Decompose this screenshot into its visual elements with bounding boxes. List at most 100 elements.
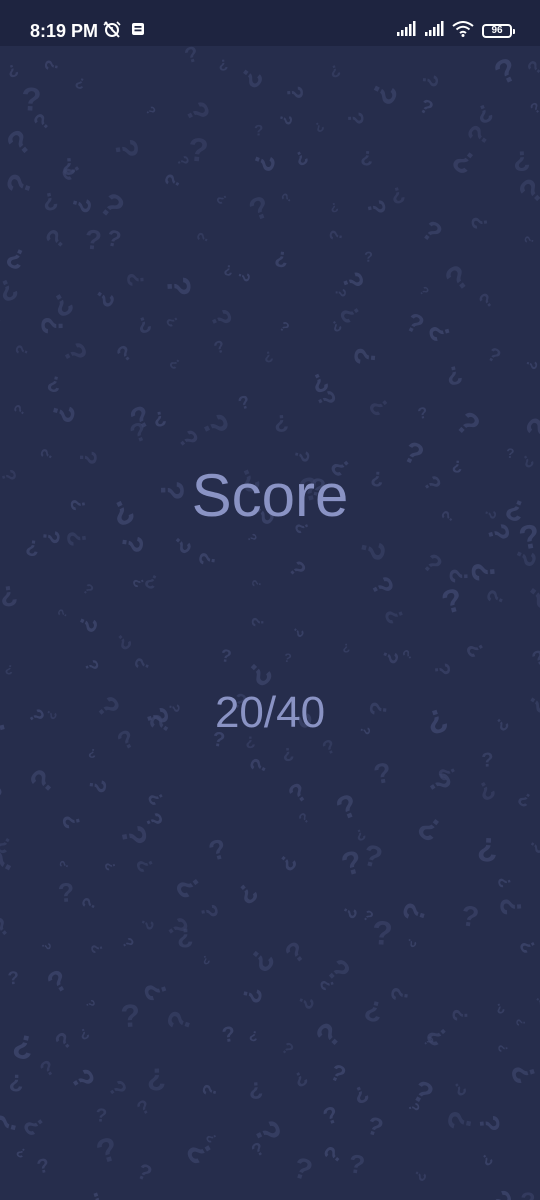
question-mark-glyph: ¿ bbox=[194, 230, 213, 246]
question-mark-glyph: ? bbox=[320, 1102, 342, 1131]
question-mark-glyph: ¿ bbox=[100, 1077, 129, 1104]
question-mark-glyph: ? bbox=[196, 902, 224, 920]
score-title: Score bbox=[191, 462, 349, 529]
question-mark-glyph: ? bbox=[281, 743, 296, 766]
question-mark-glyph: ? bbox=[481, 586, 509, 609]
question-mark-glyph: ? bbox=[522, 235, 537, 246]
question-mark-glyph: ¿ bbox=[262, 346, 274, 364]
status-left-icons bbox=[102, 20, 146, 42]
question-mark-glyph: ? bbox=[249, 579, 264, 588]
question-mark-glyph: ? bbox=[476, 830, 499, 869]
question-mark-glyph: ¿ bbox=[251, 617, 270, 627]
question-mark-glyph: ? bbox=[309, 1015, 350, 1055]
question-mark-glyph: ? bbox=[136, 915, 158, 932]
question-mark-glyph: ¿ bbox=[342, 639, 351, 654]
question-mark-glyph: ? bbox=[143, 104, 159, 118]
question-mark-glyph: ? bbox=[514, 787, 536, 812]
question-mark-glyph: ? bbox=[289, 1151, 316, 1188]
status-bar: 8:19 PM 96 bbox=[0, 0, 540, 46]
question-mark-glyph: ? bbox=[386, 985, 414, 1003]
question-mark-glyph: ? bbox=[82, 998, 98, 1010]
question-mark-glyph: ¿ bbox=[275, 320, 291, 337]
question-mark-pattern-background: ???? ¿?????? ¿??? ?¿?? ¿???? ¿?¿ ¿¿??? ¿??? ¿ ¿¿?… bbox=[0, 41, 540, 1200]
question-mark-glyph: ? bbox=[438, 258, 477, 300]
question-mark-glyph: ? bbox=[0, 578, 20, 612]
question-mark-glyph: ? bbox=[348, 346, 382, 367]
question-mark-glyph: ? bbox=[244, 754, 272, 777]
question-mark-glyph: ? bbox=[89, 284, 121, 312]
question-mark-glyph: ? bbox=[0, 169, 40, 200]
question-mark-glyph: ? bbox=[118, 935, 136, 952]
question-mark-glyph: ? bbox=[7, 967, 20, 989]
question-mark-glyph: ? bbox=[77, 1024, 92, 1043]
question-mark-glyph: ? bbox=[531, 993, 540, 1010]
question-mark-glyph: ? bbox=[331, 787, 363, 828]
question-mark-glyph: ¿ bbox=[362, 1114, 385, 1145]
question-mark-glyph: ? bbox=[364, 76, 406, 111]
question-mark-glyph: ¿ bbox=[0, 781, 6, 812]
question-mark-glyph: ¿ bbox=[206, 837, 231, 871]
question-mark-glyph: ? bbox=[377, 646, 403, 667]
question-mark-glyph: ? bbox=[159, 1006, 199, 1036]
question-mark-glyph: ¿ bbox=[61, 1065, 99, 1098]
question-mark-glyph: ¿ bbox=[476, 290, 499, 315]
question-mark-glyph: ? bbox=[235, 390, 252, 413]
question-mark-glyph: ? bbox=[406, 1195, 430, 1200]
question-mark-glyph: ¿ bbox=[516, 575, 540, 614]
question-mark-glyph: ? bbox=[112, 340, 137, 367]
question-mark-glyph: ? bbox=[489, 51, 524, 93]
question-mark-glyph: ¿ bbox=[134, 852, 162, 875]
question-mark-glyph: ¿ bbox=[497, 1043, 513, 1053]
question-mark-glyph: ¿ bbox=[247, 1074, 264, 1101]
question-mark-glyph: ¿ bbox=[137, 810, 165, 833]
question-mark-glyph: ¿ bbox=[471, 772, 499, 804]
question-mark-glyph: ? bbox=[512, 145, 531, 177]
question-mark-glyph: ¿ bbox=[346, 1152, 366, 1184]
question-mark-glyph: ¿ bbox=[104, 228, 123, 256]
question-mark-glyph: ? bbox=[220, 645, 233, 666]
question-mark-glyph: ¿ bbox=[520, 1190, 536, 1200]
question-mark-glyph: ? bbox=[4, 60, 21, 82]
question-mark-glyph: ? bbox=[58, 812, 86, 832]
question-mark-glyph: ¿ bbox=[254, 123, 264, 140]
question-mark-glyph: ? bbox=[0, 123, 40, 164]
question-mark-glyph: ¿ bbox=[401, 648, 417, 664]
question-mark-glyph: ? bbox=[160, 170, 186, 192]
question-mark-glyph: ? bbox=[11, 402, 29, 419]
question-mark-glyph: ¿ bbox=[366, 390, 398, 420]
question-mark-glyph: ¿ bbox=[292, 992, 317, 1012]
question-mark-glyph: ? bbox=[57, 877, 75, 908]
question-mark-glyph: ? bbox=[234, 269, 253, 283]
question-mark-glyph: ? bbox=[275, 112, 296, 128]
question-mark-glyph: ¿ bbox=[132, 656, 157, 674]
question-mark-glyph: ? bbox=[371, 756, 394, 791]
question-mark-glyph: ? bbox=[525, 837, 540, 858]
question-mark-glyph: ¿ bbox=[176, 919, 194, 950]
question-mark-glyph: ¿ bbox=[496, 874, 518, 890]
question-mark-glyph: ? bbox=[494, 896, 528, 916]
battery-level: 96 bbox=[491, 25, 503, 36]
question-mark-glyph: ? bbox=[44, 400, 82, 427]
question-mark-glyph: ? bbox=[144, 787, 169, 809]
question-mark-glyph: ? bbox=[55, 607, 71, 620]
question-mark-glyph: ¿ bbox=[399, 310, 427, 344]
question-mark-glyph: ? bbox=[514, 1019, 528, 1027]
question-mark-glyph: ¿ bbox=[42, 226, 73, 257]
notification-icon bbox=[130, 21, 146, 42]
question-mark-glyph: ¿ bbox=[529, 647, 540, 672]
question-mark-glyph: ¿ bbox=[38, 942, 52, 950]
question-mark-glyph: ? bbox=[233, 60, 269, 93]
question-mark-glyph: ? bbox=[167, 530, 197, 559]
score-screen: ???? ¿?????? ¿???? ¿?? ¿???? ¿? ¿ ¿ ¿??? ¿??? ¿ ¿ ¿?… bbox=[0, 0, 540, 1200]
question-mark-glyph: ? bbox=[478, 1149, 496, 1168]
question-mark-glyph: ? bbox=[360, 146, 374, 170]
question-mark-glyph: ? bbox=[460, 637, 489, 662]
question-mark-glyph: ? bbox=[22, 762, 62, 801]
question-mark-glyph: ¿ bbox=[4, 660, 15, 676]
question-mark-glyph: ? bbox=[273, 246, 289, 272]
question-mark-glyph: ? bbox=[361, 993, 386, 1028]
question-mark-glyph: ¿ bbox=[280, 191, 297, 206]
question-mark-glyph: ¿ bbox=[285, 780, 316, 814]
question-mark-glyph: ? bbox=[133, 311, 155, 339]
question-mark-glyph: ? bbox=[111, 628, 136, 655]
